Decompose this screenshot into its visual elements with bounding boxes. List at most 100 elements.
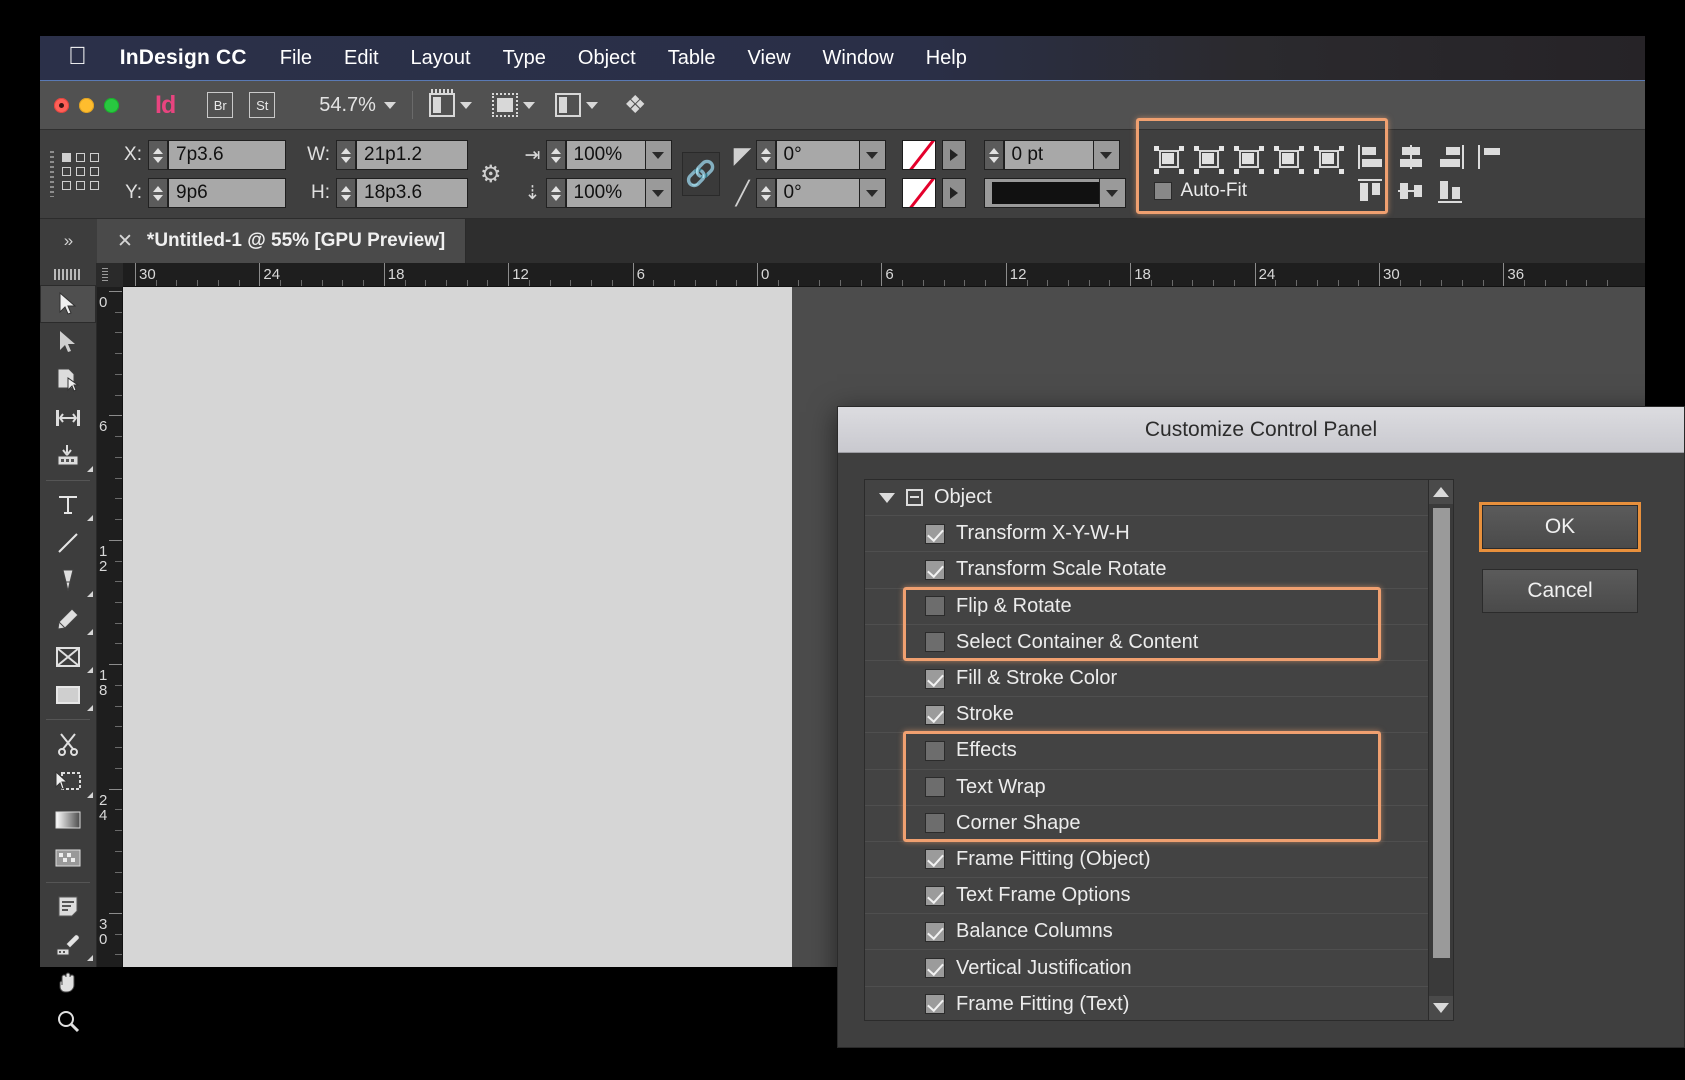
scrollbar-thumb[interactable] [1433, 508, 1450, 958]
document-tab[interactable]: ✕ *Untitled-1 @ 55% [GPU Preview] [97, 219, 467, 263]
list-item[interactable]: Transform Scale Rotate [865, 552, 1453, 589]
menu-item-edit[interactable]: Edit [328, 47, 394, 70]
stroke-dropdown-button[interactable] [941, 178, 966, 208]
list-item-checkbox[interactable] [925, 704, 945, 725]
align-bottom-edges-icon[interactable] [1437, 179, 1464, 203]
stroke-style-preview[interactable] [983, 178, 1100, 208]
tools-panel-gripper[interactable] [40, 263, 96, 285]
y-input[interactable]: 9p6 [168, 178, 286, 208]
list-item-checkbox[interactable] [925, 849, 945, 870]
align-horizontal-centers-icon[interactable] [1398, 145, 1424, 169]
constrain-proportions-toggle[interactable]: 🔗 [681, 152, 720, 196]
list-item-checkbox[interactable] [925, 994, 945, 1015]
menu-item-type[interactable]: Type [487, 47, 562, 70]
list-group-object[interactable]: Object [865, 480, 1453, 517]
rotate-dropdown[interactable] [859, 140, 886, 170]
center-content-icon[interactable] [1313, 146, 1344, 174]
shear-dropdown[interactable] [859, 178, 886, 208]
rectangle-tool[interactable] [40, 676, 96, 714]
list-item-checkbox[interactable] [925, 777, 945, 798]
minimize-window-button[interactable] [79, 97, 94, 113]
align-top-edges-icon[interactable] [1357, 179, 1384, 203]
app-name-menu[interactable]: InDesign CC [103, 46, 264, 70]
menu-item-file[interactable]: File [264, 47, 328, 70]
menu-item-window[interactable]: Window [807, 47, 910, 70]
stroke-weight-input[interactable]: 0 pt [1003, 140, 1094, 170]
list-item[interactable]: Frame Fitting (Text) [865, 987, 1453, 1020]
x-stepper[interactable] [148, 140, 168, 170]
vertical-ruler[interactable]: 0 6 1 2 1 8 2 4 3 0 [97, 287, 123, 967]
close-icon[interactable]: ✕ [117, 230, 133, 253]
auto-fit-row[interactable]: Auto-Fit [1148, 180, 1344, 202]
fill-frame-proportionally-icon[interactable] [1193, 146, 1224, 174]
list-scrollbar[interactable] [1428, 480, 1453, 1020]
list-item[interactable]: Balance Columns [865, 914, 1453, 951]
stroke-style-dropdown[interactable] [1099, 178, 1126, 208]
gap-tool[interactable] [40, 399, 96, 437]
scale-x-dropdown[interactable] [645, 140, 672, 170]
arrange-documents-control[interactable] [554, 93, 598, 117]
h-input[interactable]: 18p3.6 [356, 178, 468, 208]
fill-color-swatch[interactable] [901, 140, 936, 170]
line-tool[interactable] [40, 524, 96, 562]
menu-item-help[interactable]: Help [910, 47, 983, 70]
list-item-checkbox[interactable] [925, 632, 945, 653]
list-item[interactable]: Select Container & Content [865, 625, 1453, 661]
document-page[interactable] [123, 287, 792, 967]
list-item[interactable]: Effects [865, 733, 1453, 770]
type-tool[interactable] [40, 486, 96, 524]
chevron-down-icon[interactable] [459, 101, 472, 109]
fit-content-proportionally-icon[interactable] [1153, 146, 1184, 174]
ok-button[interactable]: OK [1482, 505, 1638, 549]
list-item-checkbox[interactable] [925, 958, 945, 979]
h-stepper[interactable] [336, 178, 356, 208]
scale-y-input[interactable]: 100% [565, 178, 646, 208]
reference-point-grid[interactable] [62, 153, 104, 195]
scale-y-stepper[interactable] [545, 178, 566, 208]
distribute-vertical-icon[interactable] [1477, 145, 1504, 169]
w-input[interactable]: 21p1.2 [356, 140, 468, 170]
note-tool[interactable] [40, 888, 96, 926]
rotate-input[interactable]: 0° [775, 140, 860, 170]
hand-tool[interactable] [40, 964, 96, 1002]
pencil-tool[interactable] [40, 600, 96, 638]
chevron-down-icon[interactable] [585, 101, 598, 109]
stroke-weight-stepper[interactable] [983, 140, 1004, 170]
x-input[interactable]: 7p3.6 [168, 140, 286, 170]
list-item-checkbox[interactable] [925, 523, 945, 544]
fill-dropdown-button[interactable] [941, 140, 966, 170]
list-item-checkbox[interactable] [925, 921, 945, 942]
ruler-origin[interactable] [97, 263, 123, 287]
scissors-tool[interactable] [40, 725, 96, 763]
apple-icon[interactable]:  [40, 43, 103, 69]
panel-dock-toggle[interactable]: » [40, 219, 97, 263]
pen-tool[interactable] [40, 562, 96, 600]
bridge-button[interactable]: Br [207, 92, 234, 118]
list-item-checkbox[interactable] [925, 813, 945, 834]
menu-item-layout[interactable]: Layout [395, 47, 487, 70]
rectangle-frame-tool[interactable] [40, 638, 96, 676]
triangle-down-icon[interactable] [879, 492, 895, 503]
constrain-options-icon[interactable]: ⚙ [480, 160, 502, 189]
menu-item-view[interactable]: View [732, 47, 807, 70]
list-item[interactable]: Text Wrap [865, 770, 1453, 806]
gradient-feather-tool[interactable] [40, 839, 96, 877]
chevron-down-icon[interactable] [522, 101, 535, 109]
stock-button[interactable]: St [249, 92, 276, 118]
stroke-weight-dropdown[interactable] [1093, 140, 1120, 170]
fit-content-to-frame-icon[interactable] [1233, 146, 1264, 174]
list-item[interactable]: Corner Shape [865, 806, 1453, 842]
list-item[interactable]: Flip & Rotate [865, 589, 1453, 625]
scale-y-dropdown[interactable] [645, 178, 672, 208]
list-item[interactable]: Vertical Justification [865, 950, 1453, 987]
list-item-checkbox[interactable] [925, 740, 945, 761]
horizontal-ruler[interactable]: 30 24 18 12 6 0 6 12 18 24 30 36 [97, 263, 1645, 287]
gradient-swatch-tool[interactable] [40, 801, 96, 839]
content-collector-tool[interactable] [40, 437, 96, 475]
scroll-up-button[interactable] [1429, 480, 1453, 504]
menu-item-object[interactable]: Object [562, 47, 652, 70]
list-item[interactable]: Fill & Stroke Color [865, 661, 1453, 698]
list-item[interactable]: Transform X-Y-W-H [865, 516, 1453, 553]
close-window-button[interactable] [54, 97, 69, 113]
mixed-checkbox-icon[interactable] [906, 489, 923, 507]
